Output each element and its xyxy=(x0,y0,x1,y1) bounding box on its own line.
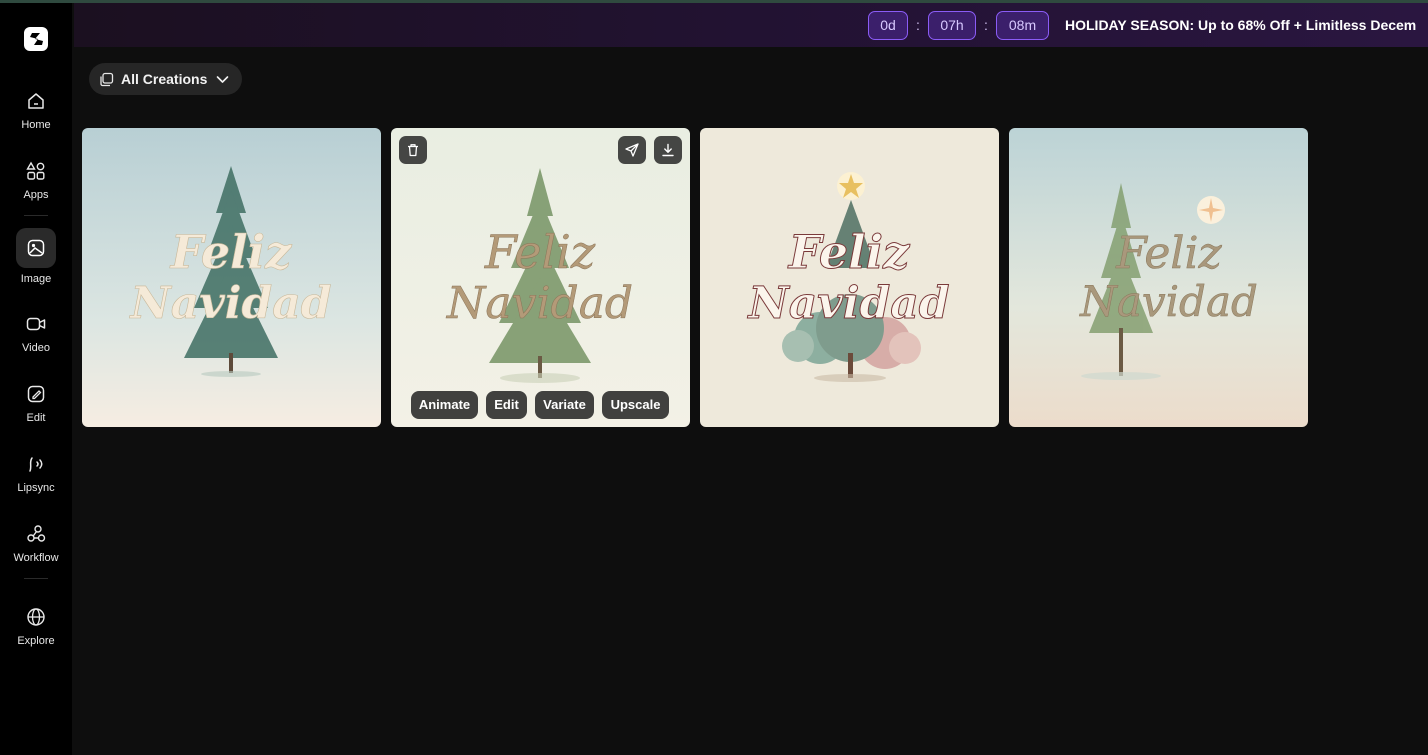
gallery-card[interactable]: Feliz Navidad xyxy=(1009,128,1308,427)
app-logo-icon[interactable] xyxy=(23,26,49,52)
card-image: Feliz Navidad xyxy=(1009,128,1308,427)
lipsync-icon xyxy=(26,454,46,474)
trash-icon xyxy=(408,144,418,157)
sidebar-item-label: Workflow xyxy=(13,552,59,564)
countdown-separator: : xyxy=(984,17,988,33)
sidebar-item-edit[interactable]: Edit xyxy=(0,374,72,434)
edit-button[interactable]: Edit xyxy=(486,391,527,419)
sidebar-item-label: Video xyxy=(22,342,50,354)
chevron-down-icon xyxy=(215,72,230,87)
video-icon xyxy=(26,314,46,334)
sidebar-item-label: Explore xyxy=(17,635,55,647)
sidebar-item-label: Home xyxy=(21,119,51,131)
sidebar-item-image[interactable]: Image xyxy=(0,228,72,288)
sidebar-item-video[interactable]: Video xyxy=(0,304,72,364)
card-title-line2: Navidad xyxy=(128,278,331,329)
download-icon xyxy=(662,143,674,157)
card-title-line1: Feliz xyxy=(1115,228,1222,279)
card-title-line2: Navidad xyxy=(446,278,633,329)
creations-filter-dropdown[interactable]: All Creations xyxy=(89,63,242,95)
upscale-button[interactable]: Upscale xyxy=(602,391,669,419)
card-title-line1: Feliz xyxy=(169,225,292,279)
apps-icon xyxy=(26,161,46,181)
sidebar-item-home[interactable]: Home xyxy=(0,81,72,141)
sidebar-item-label: Lipsync xyxy=(17,482,55,494)
card-image: Feliz Navidad xyxy=(391,128,690,427)
filter-label: All Creations xyxy=(121,71,208,87)
sidebar-item-label: Image xyxy=(20,273,52,285)
promo-text[interactable]: HOLIDAY SEASON: Up to 68% Off + Limitles… xyxy=(1065,17,1416,33)
send-icon xyxy=(625,143,639,157)
card-title-line2: Navidad xyxy=(746,278,949,329)
card-image: Feliz Navidad xyxy=(700,128,999,427)
variate-button[interactable]: Variate xyxy=(535,391,594,419)
gallery-card[interactable]: Feliz Navidad xyxy=(82,128,381,427)
sidebar-divider xyxy=(24,578,48,579)
sidebar-item-lipsync[interactable]: Lipsync xyxy=(0,444,72,504)
edit-icon xyxy=(26,384,46,404)
countdown-hours: 07h xyxy=(928,11,976,40)
sidebar-item-workflow[interactable]: Workflow xyxy=(0,514,72,574)
sidebar-item-apps[interactable]: Apps xyxy=(0,151,72,211)
countdown-separator: : xyxy=(916,17,920,33)
share-button[interactable] xyxy=(618,136,646,164)
image-icon xyxy=(26,238,46,258)
card-title-line1: Feliz xyxy=(484,225,596,279)
countdown-minutes: 08m xyxy=(996,11,1049,40)
card-image: Feliz Navidad xyxy=(82,128,381,427)
promo-banner[interactable]: 0d : 07h : 08m HOLIDAY SEASON: Up to 68%… xyxy=(74,3,1428,47)
animate-button[interactable]: Animate xyxy=(411,391,478,419)
sidebar-item-label: Edit xyxy=(26,412,46,424)
globe-icon xyxy=(26,607,46,627)
gallery-card[interactable]: Feliz Navidad Animate Edit Variate Upsca… xyxy=(391,128,690,427)
card-title-line2: Navidad xyxy=(1079,277,1258,326)
sidebar-divider xyxy=(24,215,48,216)
delete-button[interactable] xyxy=(399,136,427,164)
countdown-days: 0d xyxy=(868,11,908,40)
sidebar: Home Apps Image Video Edit Lipsync Workf… xyxy=(0,3,72,755)
workflow-icon xyxy=(26,524,46,544)
download-button[interactable] xyxy=(654,136,682,164)
sidebar-item-explore[interactable]: Explore xyxy=(0,597,72,657)
gallery-card[interactable]: Feliz Navidad xyxy=(700,128,999,427)
card-title-line1: Feliz xyxy=(787,225,910,279)
home-icon xyxy=(26,91,46,111)
collection-icon xyxy=(99,72,114,87)
sidebar-item-label: Apps xyxy=(23,189,49,201)
